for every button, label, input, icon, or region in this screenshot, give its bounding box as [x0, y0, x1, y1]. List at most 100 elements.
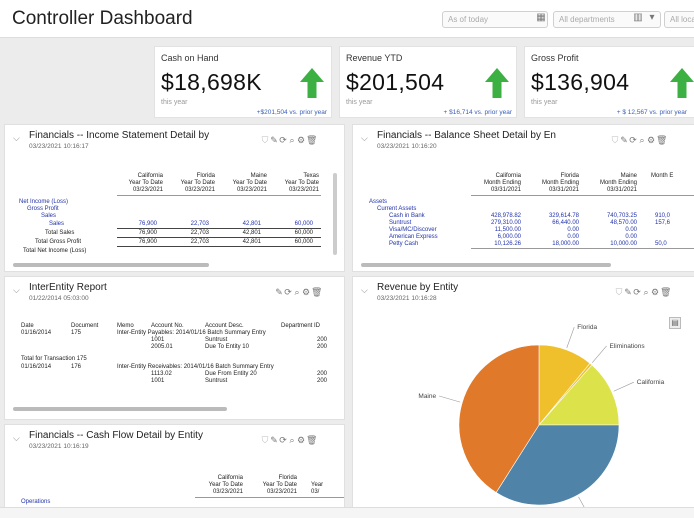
- row-label[interactable]: Current Assets: [377, 206, 416, 213]
- table-cell[interactable]: 76,900: [117, 221, 157, 228]
- delete-icon[interactable]: 🗑: [306, 135, 317, 146]
- table-cell[interactable]: 22,703: [169, 221, 209, 228]
- edit-icon[interactable]: ✎: [270, 135, 279, 146]
- table-cell[interactable]: 10,000.00: [587, 241, 637, 248]
- arrow-up-icon: [485, 68, 509, 98]
- table-cell: Due To Entity 10: [205, 344, 249, 350]
- kpi-cash-on-hand[interactable]: Cash on Hand $18,698K this year +$201,50…: [154, 46, 332, 118]
- horizontal-scrollbar[interactable]: [361, 263, 611, 267]
- vertical-scrollbar[interactable]: [333, 173, 337, 255]
- column-header: Document: [71, 323, 99, 329]
- row-label[interactable]: Visa/MC/Discover: [389, 227, 437, 234]
- delete-icon[interactable]: 🗑: [656, 135, 667, 146]
- collapse-chevron-icon[interactable]: ⌵: [13, 433, 20, 444]
- kpi-gross-profit[interactable]: Gross Profit $136,904 this year + $ 12,5…: [524, 46, 694, 118]
- delete-icon[interactable]: 🗑: [306, 435, 317, 446]
- department-filter[interactable]: All departments: [553, 11, 661, 28]
- column-header: California Month Ending 03/31/2021: [483, 173, 521, 193]
- table-cell: 01/16/2014: [21, 364, 52, 370]
- table-cell[interactable]: 740,703.25: [587, 213, 637, 220]
- horizontal-scrollbar[interactable]: [13, 263, 209, 267]
- income-statement-panel: ⌵ Financials -- Income Statement Detail …: [4, 124, 345, 272]
- collapse-chevron-icon[interactable]: ⌵: [13, 285, 20, 296]
- table-cell[interactable]: 6,000.00: [471, 234, 521, 241]
- chevron-down-icon[interactable]: ▾: [646, 12, 658, 26]
- table-cell[interactable]: 11,500.00: [471, 227, 521, 234]
- row-label[interactable]: Sales: [41, 213, 56, 220]
- table-cell: 1001: [151, 378, 165, 384]
- table-cell[interactable]: 910,0: [655, 213, 670, 220]
- panel-title: Financials -- Income Statement Detail by: [29, 130, 210, 141]
- table-cell[interactable]: 66,440.00: [529, 220, 579, 227]
- kpi-revenue-ytd[interactable]: Revenue YTD $201,504 this year + $16,714…: [339, 46, 517, 118]
- row-label[interactable]: Sales: [49, 221, 64, 228]
- row-label[interactable]: Gross Profit: [27, 206, 59, 213]
- filter-icon[interactable]: ⛉: [261, 435, 270, 446]
- kpi-value: $18,698K: [161, 69, 262, 95]
- row-label[interactable]: Cash in Bank: [389, 213, 425, 220]
- refresh-icon[interactable]: ⟳: [279, 435, 288, 446]
- collapse-chevron-icon[interactable]: ⌵: [13, 133, 20, 144]
- table-cell[interactable]: 0.00: [587, 234, 637, 241]
- settings-icon[interactable]: ⚙: [297, 135, 306, 146]
- column-header: Month E: [651, 173, 674, 179]
- row-label[interactable]: Petty Cash: [389, 241, 418, 248]
- table-cell[interactable]: 279,310.00: [471, 220, 521, 227]
- row-label[interactable]: Operations: [21, 499, 50, 506]
- date-filter[interactable]: As of today: [442, 11, 548, 28]
- settings-icon[interactable]: ⚙: [297, 435, 306, 446]
- edit-icon[interactable]: ✎: [275, 287, 284, 298]
- table-cell[interactable]: 48,570.00: [587, 220, 637, 227]
- zoom-icon[interactable]: ⌕: [288, 135, 297, 146]
- row-label[interactable]: Suntrust: [389, 220, 411, 227]
- location-filter[interactable]: All locat: [664, 11, 694, 28]
- table-cell[interactable]: 0.00: [587, 227, 637, 234]
- balance-sheet-panel: ⌵ Financials -- Balance Sheet Detail by …: [352, 124, 694, 272]
- zoom-icon[interactable]: ⌕: [293, 287, 302, 298]
- top-bar: Controller Dashboard As of today ▦ All d…: [0, 0, 694, 38]
- table-cell[interactable]: 0.00: [529, 234, 579, 241]
- row-label[interactable]: Assets: [369, 199, 387, 206]
- table-cell[interactable]: 60,000: [273, 221, 313, 228]
- table-cell[interactable]: 10,126.26: [471, 241, 521, 248]
- table-cell: 200: [317, 371, 328, 377]
- table-cell: Due From Entity 20: [205, 371, 257, 377]
- kpi-comparison: + $16,714 vs. prior year: [443, 109, 512, 116]
- zoom-icon[interactable]: ⌕: [288, 435, 297, 446]
- table-cell: Inter-Entity Receivables: 2014/01/16 Bat…: [117, 364, 274, 370]
- panel-title: Financials -- Cash Flow Detail by Entity: [29, 430, 203, 441]
- row-label[interactable]: Net Income (Loss): [19, 199, 68, 206]
- edit-icon[interactable]: ✎: [620, 135, 629, 146]
- table-cell[interactable]: 50,0: [655, 241, 667, 248]
- kpi-value: $201,504: [346, 69, 445, 95]
- column-header: Florida Year To Date 03/23/2021: [180, 173, 215, 193]
- table-cell[interactable]: 18,000.00: [529, 241, 579, 248]
- table-cell[interactable]: 329,614.78: [529, 213, 579, 220]
- table-cell[interactable]: 0.00: [529, 227, 579, 234]
- table-cell[interactable]: 428,978.82: [471, 213, 521, 220]
- collapse-chevron-icon[interactable]: ⌵: [361, 133, 368, 144]
- filter-icon[interactable]: ⛉: [261, 135, 270, 146]
- refresh-icon[interactable]: ⟳: [629, 135, 638, 146]
- edit-icon[interactable]: ✎: [270, 435, 279, 446]
- settings-icon[interactable]: ⚙: [302, 287, 311, 298]
- pie-label: Eliminations: [610, 343, 646, 350]
- row-label[interactable]: American Express: [389, 234, 438, 241]
- delete-icon[interactable]: 🗑: [311, 287, 322, 298]
- table-cell: 22,703: [190, 239, 209, 245]
- refresh-icon[interactable]: ⟳: [279, 135, 288, 146]
- arrow-up-icon: [300, 68, 324, 98]
- kpi-label: Revenue YTD: [346, 53, 403, 63]
- settings-icon[interactable]: ⚙: [647, 135, 656, 146]
- divider: [471, 195, 694, 196]
- horizontal-scrollbar[interactable]: [13, 407, 227, 411]
- filter-icon[interactable]: ⛉: [611, 135, 620, 146]
- calendar-icon[interactable]: ▦: [535, 12, 547, 26]
- refresh-icon[interactable]: ⟳: [284, 287, 293, 298]
- table-cell[interactable]: 157,6: [655, 220, 670, 227]
- divider: [117, 228, 321, 229]
- table-cell[interactable]: 42,801: [221, 221, 261, 228]
- table-cell: 60,000: [294, 239, 313, 245]
- zoom-icon[interactable]: ⌕: [638, 135, 647, 146]
- department-picker-icon[interactable]: ▥: [632, 12, 644, 26]
